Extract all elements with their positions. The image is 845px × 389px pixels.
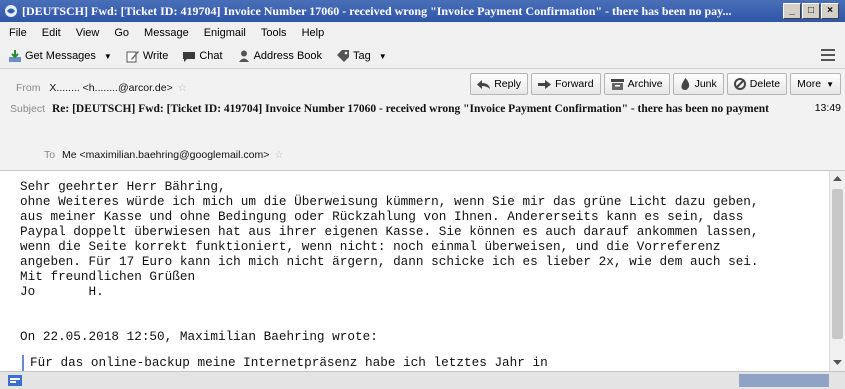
menu-edit[interactable]: Edit <box>42 27 61 39</box>
junk-label: Junk <box>694 78 717 90</box>
write-label: Write <box>142 50 169 62</box>
menu-message[interactable]: Message <box>144 27 189 39</box>
chevron-down-icon[interactable]: ▼ <box>379 52 387 61</box>
message-time: 13:49 <box>814 102 841 114</box>
address-book-label: Address Book <box>253 50 323 62</box>
menu-enigmail[interactable]: Enigmail <box>204 27 246 39</box>
flame-icon <box>681 78 689 90</box>
delete-button[interactable]: Delete <box>726 73 788 95</box>
quoted-line: Für das online-backup meine Internetpräs… <box>30 355 548 370</box>
message-actions: Reply Forward Archive Junk Delete More ▼ <box>470 73 841 95</box>
maximize-button[interactable]: □ <box>802 3 820 19</box>
address-book-button[interactable]: Address Book <box>237 49 322 63</box>
menu-go[interactable]: Go <box>114 27 129 39</box>
scroll-down-icon[interactable] <box>832 357 843 368</box>
person-icon <box>238 50 249 62</box>
body-line: Paypal doppelt überwiesen hat aus ihrer … <box>20 224 759 239</box>
tag-icon <box>337 50 350 62</box>
tag-button[interactable]: Tag ▼ <box>336 49 387 63</box>
quote-header: On 22.05.2018 12:50, Maximilian Baehring… <box>20 329 378 344</box>
archive-label: Archive <box>627 78 663 90</box>
download-icon <box>9 50 21 62</box>
body-line: Mit freundlichen Grüßen <box>20 269 196 284</box>
menu-help[interactable]: Help <box>302 27 325 39</box>
get-messages-label: Get Messages <box>25 50 96 62</box>
hamburger-icon <box>821 49 835 61</box>
to-value[interactable]: Me <maximilian.baehring@googlemail.com> <box>62 149 269 161</box>
status-indicator <box>739 374 829 387</box>
delete-label: Delete <box>749 78 781 90</box>
signature-line: Jo H. <box>20 284 119 299</box>
forward-button[interactable]: Forward <box>531 73 601 95</box>
forward-label: Forward <box>555 78 594 90</box>
get-messages-button[interactable]: Get Messages ▼ <box>8 49 112 63</box>
title-bar: [DEUTSCH] Fwd: [Ticket ID: 419704] Invoi… <box>0 0 845 22</box>
chevron-down-icon[interactable]: ▼ <box>104 52 112 61</box>
reply-button[interactable]: Reply <box>470 73 529 95</box>
archive-button[interactable]: Archive <box>603 73 670 95</box>
subject-value: Re: [DEUTSCH] Fwd: [Ticket ID: 419704] I… <box>51 103 769 115</box>
star-icon[interactable]: ☆ <box>274 149 283 161</box>
chat-button[interactable]: Chat <box>182 49 223 63</box>
write-button[interactable]: Write <box>126 49 168 63</box>
star-icon[interactable]: ☆ <box>178 82 187 94</box>
activity-icon[interactable] <box>8 375 22 386</box>
menu-bar: File Edit View Go Message Enigmail Tools… <box>0 22 845 44</box>
reply-icon <box>477 79 491 89</box>
menu-tools[interactable]: Tools <box>261 27 287 39</box>
archive-icon <box>610 78 624 90</box>
more-button[interactable]: More ▼ <box>790 73 841 95</box>
menu-view[interactable]: View <box>76 27 100 39</box>
subject-row: Subject Re: [DEUTSCH] Fwd: [Ticket ID: 4… <box>10 102 780 117</box>
delete-icon <box>733 78 746 90</box>
app-menu-button[interactable] <box>821 49 835 64</box>
window-title: [DEUTSCH] Fwd: [Ticket ID: 419704] Invoi… <box>22 3 732 18</box>
body-line: Sehr geehrter Herr Bähring, <box>20 179 226 194</box>
from-label: From <box>16 82 41 94</box>
chat-label: Chat <box>199 50 223 62</box>
minimize-button[interactable]: _ <box>783 3 801 19</box>
message-body[interactable]: Sehr geehrter Herr Bähring, ohne Weitere… <box>0 171 826 371</box>
message-header: From X........ <h........@arcor.de> ☆ Re… <box>0 69 845 171</box>
scroll-up-icon[interactable] <box>832 173 843 184</box>
menu-file[interactable]: File <box>9 27 27 39</box>
from-value[interactable]: X........ <h........@arcor.de> <box>49 82 172 94</box>
reply-label: Reply <box>494 78 522 90</box>
chat-bubble-icon <box>183 52 196 62</box>
to-row: To Me <maximilian.baehring@googlemail.co… <box>44 149 284 161</box>
body-line: angeben. Für 17 Euro kann ich mich nicht… <box>20 254 759 269</box>
forward-icon <box>538 79 552 89</box>
thunderbird-app-icon <box>4 4 18 18</box>
more-label: More <box>797 78 822 90</box>
body-line: aus meiner Kasse und ohne Bedingung oder… <box>20 209 744 224</box>
body-line: wenn die Seite korrekt funktioniert, wen… <box>20 239 721 254</box>
pencil-icon <box>126 51 139 63</box>
to-label: To <box>44 149 56 161</box>
subject-label: Subject <box>10 103 46 115</box>
body-line: ohne Weiteres würde ich mich um die Über… <box>20 194 759 209</box>
status-bar <box>0 371 845 389</box>
main-toolbar: Get Messages ▼ Write Chat Address Book T… <box>0 44 845 69</box>
from-row: From X........ <h........@arcor.de> ☆ <box>16 82 187 94</box>
tag-label: Tag <box>353 50 371 62</box>
close-button[interactable]: × <box>821 3 839 19</box>
scrollbar-thumb[interactable] <box>832 189 843 339</box>
vertical-scrollbar[interactable] <box>829 171 845 371</box>
junk-button[interactable]: Junk <box>672 73 724 95</box>
chevron-down-icon: ▼ <box>826 79 834 89</box>
